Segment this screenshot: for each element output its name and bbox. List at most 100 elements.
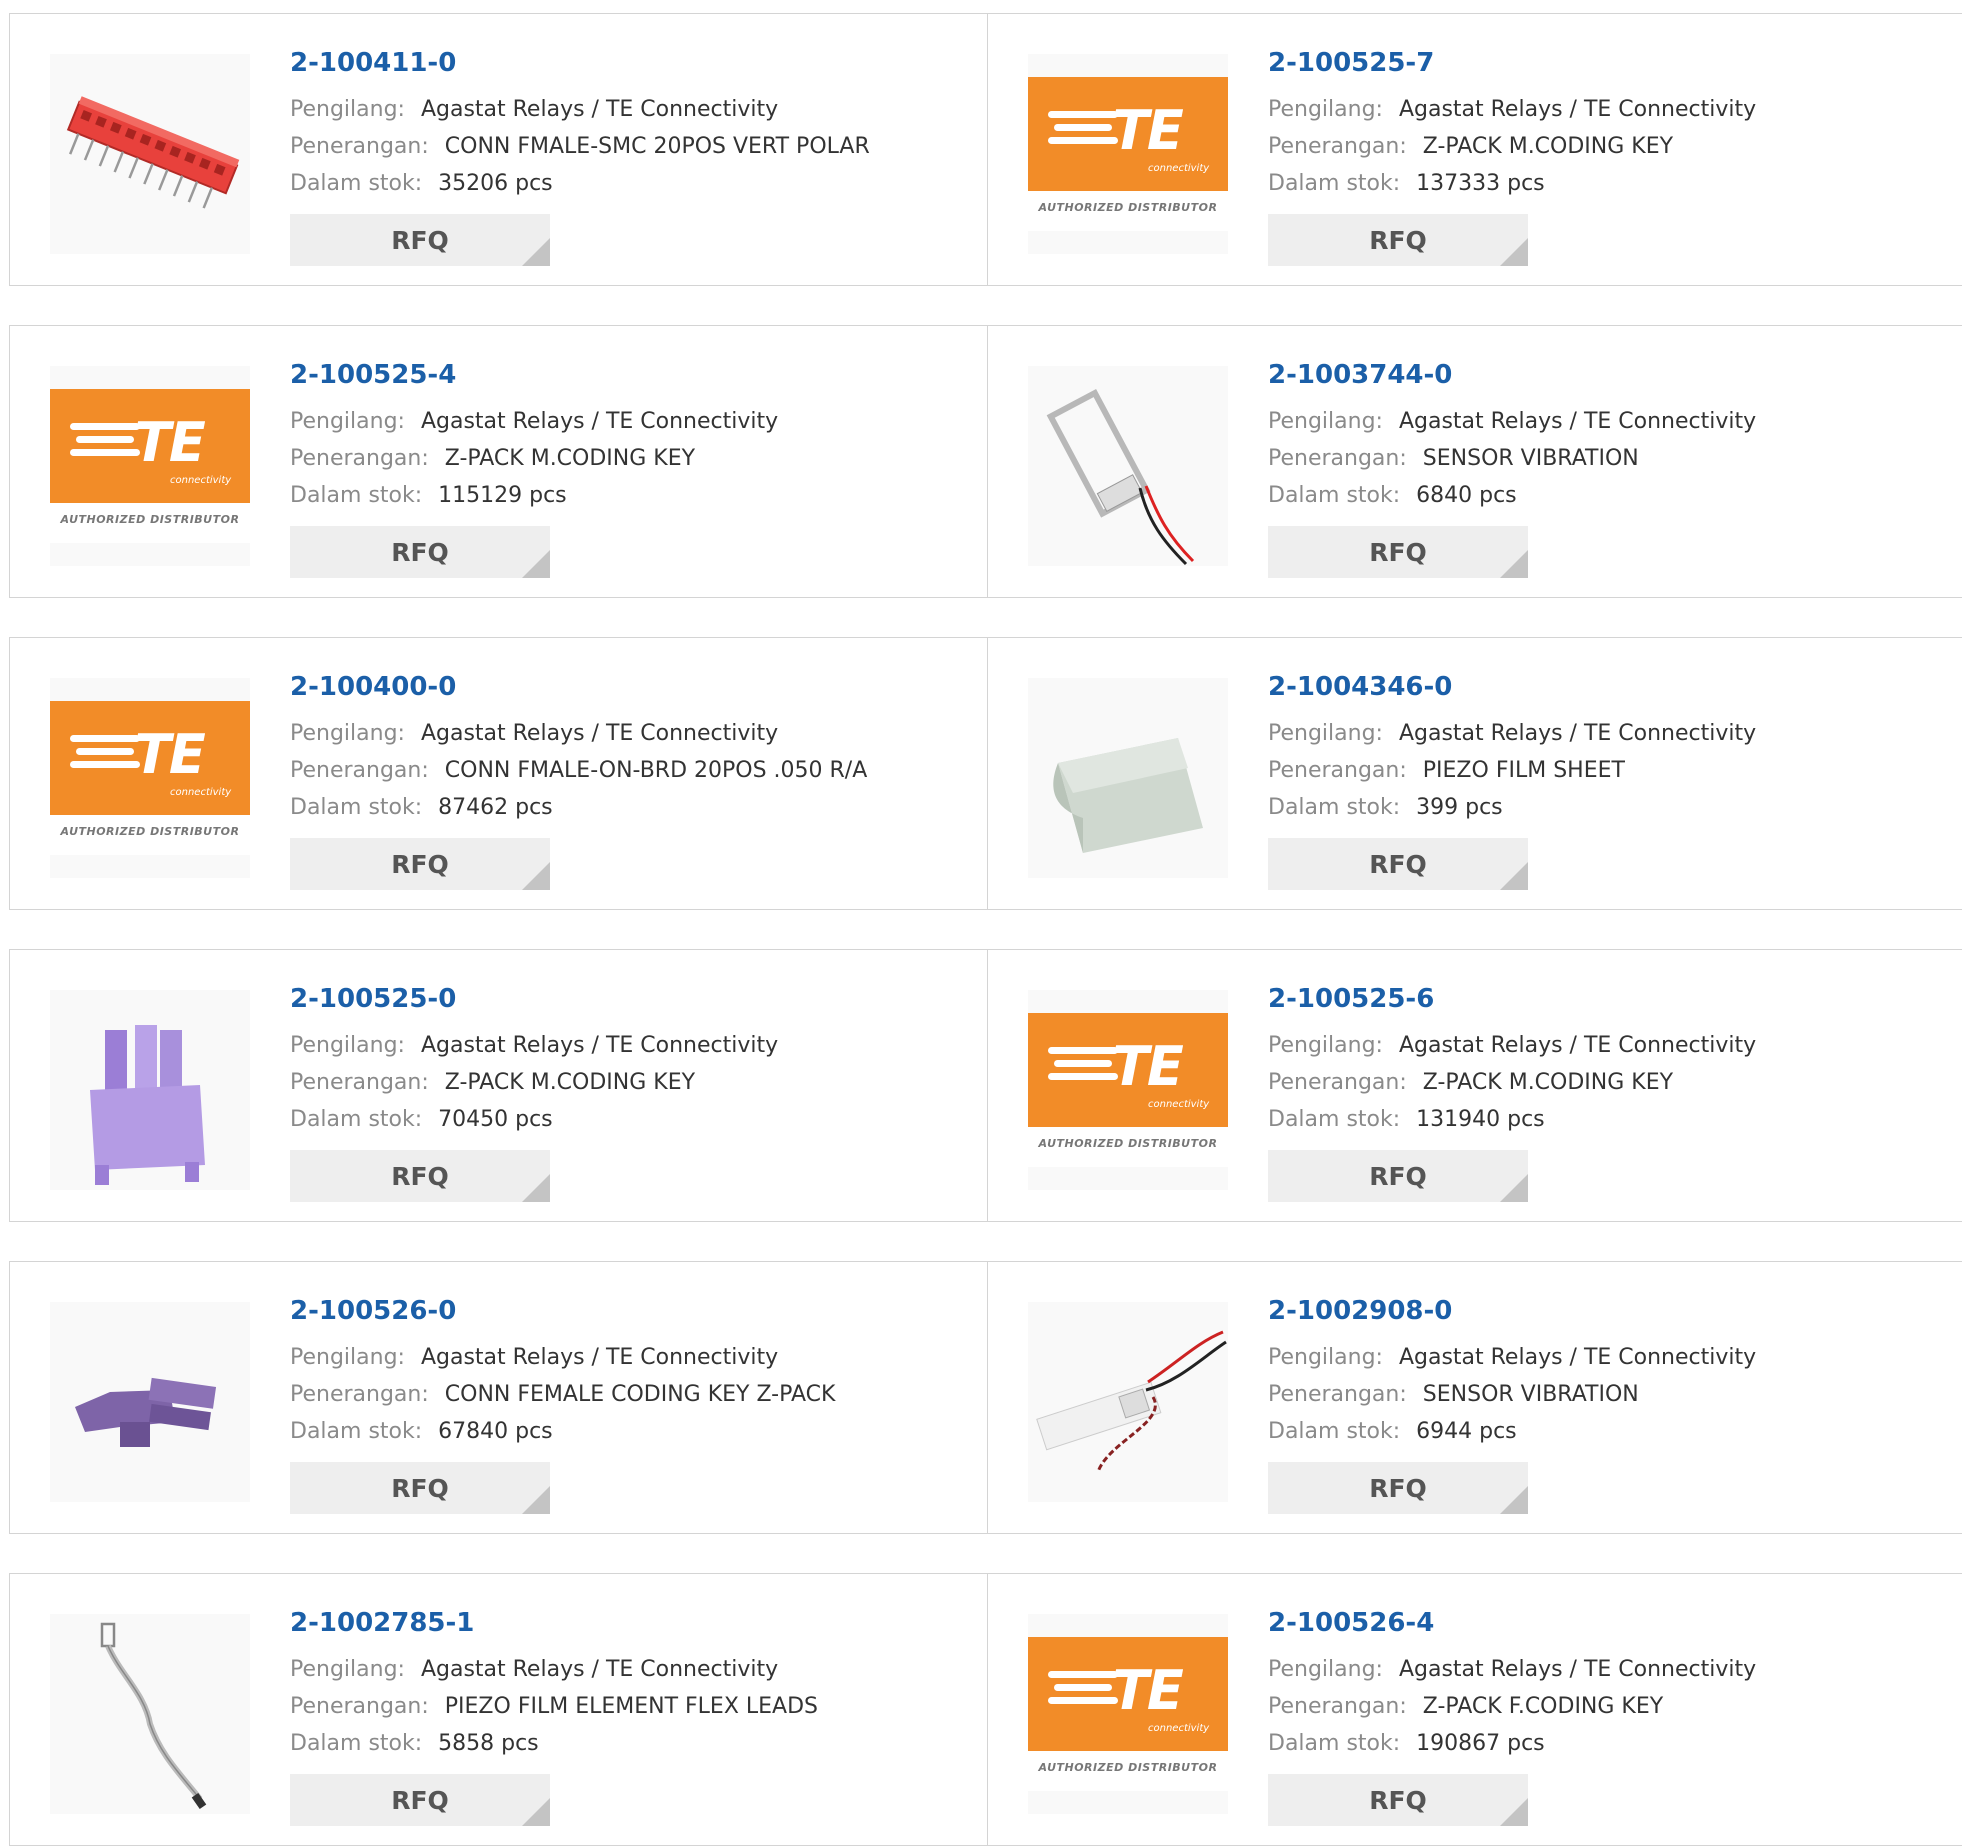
description-label: Penerangan: [290, 1070, 429, 1095]
part-number-link[interactable]: 2-100525-6 [1268, 983, 1756, 1015]
manufacturer-label: Pengilang: [290, 1033, 405, 1058]
manufacturer-label: Pengilang: [290, 1345, 405, 1370]
manufacturer-value: Agastat Relays / TE Connectivity [1398, 1345, 1757, 1370]
stock-value: 6840 pcs [1416, 483, 1517, 508]
rfq-button[interactable]: RFQ [1268, 838, 1528, 890]
product-card: TE connectivity AUTHORIZED DISTRIBUTOR 2… [988, 1573, 1962, 1846]
rfq-button[interactable]: RFQ [290, 526, 550, 578]
part-number-link[interactable]: 2-100525-0 [290, 983, 778, 1015]
product-image[interactable]: TE connectivity AUTHORIZED DISTRIBUTOR [1028, 1614, 1228, 1814]
rfq-label: RFQ [391, 849, 449, 879]
part-number-link[interactable]: 2-100525-7 [1268, 47, 1756, 79]
product-image[interactable]: TE connectivity AUTHORIZED DISTRIBUTOR [50, 678, 250, 878]
manufacturer-row: Pengilang: Agastat Relays / TE Connectivi… [1268, 1339, 1756, 1376]
product-info: 2-100526-0 Pengilang: Agastat Relays / TE… [290, 1295, 835, 1450]
rfq-button[interactable]: RFQ [290, 1774, 550, 1826]
product-info: 2-100525-4 Pengilang: Agastat Relays / TE… [290, 359, 778, 514]
description-row: Penerangan: Z-PACK M.CODING KEY [1268, 1064, 1756, 1101]
stock-label: Dalam stok: [290, 171, 423, 196]
rfq-label: RFQ [1369, 849, 1427, 879]
part-number-link[interactable]: 2-100411-0 [290, 47, 870, 79]
product-image[interactable]: TE connectivity AUTHORIZED DISTRIBUTOR [1028, 990, 1228, 1190]
rfq-button[interactable]: RFQ [1268, 1462, 1528, 1514]
manufacturer-value: Agastat Relays / TE Connectivity [420, 1345, 779, 1370]
manufacturer-label: Pengilang: [1268, 721, 1383, 746]
rfq-label: RFQ [391, 1161, 449, 1191]
product-image[interactable]: TE connectivity AUTHORIZED DISTRIBUTOR [1028, 54, 1228, 254]
description-label: Penerangan: [290, 758, 429, 783]
part-number-link[interactable]: 2-100526-0 [290, 1295, 835, 1327]
stock-value: 70450 pcs [438, 1107, 553, 1132]
rfq-button[interactable]: RFQ [1268, 526, 1528, 578]
product-image[interactable] [50, 54, 250, 254]
part-number-link[interactable]: 2-100525-4 [290, 359, 778, 391]
rfq-label: RFQ [1369, 1161, 1427, 1191]
manufacturer-value: Agastat Relays / TE Connectivity [1398, 721, 1757, 746]
product-image[interactable]: TE connectivity AUTHORIZED DISTRIBUTOR [50, 366, 250, 566]
product-card: TE connectivity AUTHORIZED DISTRIBUTOR 2… [988, 949, 1962, 1222]
stock-label: Dalam stok: [1268, 1107, 1401, 1132]
product-info: 2-1002785-1 Pengilang: Agastat Relays / T… [290, 1607, 818, 1762]
product-image[interactable] [50, 990, 250, 1190]
product-info: 2-100525-0 Pengilang: Agastat Relays / TE… [290, 983, 778, 1138]
corner-triangle-icon [522, 1174, 550, 1202]
stock-row: Dalam stok: 6840 pcs [1268, 477, 1756, 514]
rfq-button[interactable]: RFQ [290, 1462, 550, 1514]
product-card: TE connectivity AUTHORIZED DISTRIBUTOR 2… [988, 13, 1962, 286]
rfq-button[interactable]: RFQ [1268, 1150, 1528, 1202]
corner-triangle-icon [522, 550, 550, 578]
part-number-link[interactable]: 2-100400-0 [290, 671, 867, 703]
stock-label: Dalam stok: [1268, 483, 1401, 508]
description-value: Z-PACK M.CODING KEY [444, 446, 696, 471]
manufacturer-value: Agastat Relays / TE Connectivity [420, 409, 779, 434]
stock-row: Dalam stok: 6944 pcs [1268, 1413, 1756, 1450]
stock-label: Dalam stok: [1268, 1419, 1401, 1444]
stock-value: 137333 pcs [1416, 171, 1545, 196]
corner-triangle-icon [522, 1798, 550, 1826]
product-image[interactable] [50, 1614, 250, 1814]
product-image[interactable] [50, 1302, 250, 1502]
product-image[interactable] [1028, 366, 1228, 566]
stock-value: 67840 pcs [438, 1419, 553, 1444]
rfq-label: RFQ [391, 225, 449, 255]
description-value: SENSOR VIBRATION [1422, 446, 1639, 471]
stock-row: Dalam stok: 190867 pcs [1268, 1725, 1756, 1762]
corner-triangle-icon [1500, 1486, 1528, 1514]
rfq-button[interactable]: RFQ [290, 214, 550, 266]
product-card: 2-100526-0 Pengilang: Agastat Relays / TE… [9, 1261, 988, 1534]
manufacturer-label: Pengilang: [290, 721, 405, 746]
manufacturer-label: Pengilang: [290, 1657, 405, 1682]
rfq-button[interactable]: RFQ [1268, 214, 1528, 266]
product-image[interactable] [1028, 678, 1228, 878]
te-connectivity-logo: TE connectivity AUTHORIZED DISTRIBUTOR [1028, 1013, 1228, 1167]
part-number-link[interactable]: 2-1002908-0 [1268, 1295, 1756, 1327]
product-card: 2-1002908-0 Pengilang: Agastat Relays / T… [988, 1261, 1962, 1534]
manufacturer-row: Pengilang: Agastat Relays / TE Connectivi… [290, 91, 870, 128]
rfq-label: RFQ [1369, 225, 1427, 255]
part-number-link[interactable]: 2-1002785-1 [290, 1607, 818, 1639]
rfq-button[interactable]: RFQ [1268, 1774, 1528, 1826]
corner-triangle-icon [1500, 1798, 1528, 1826]
manufacturer-value: Agastat Relays / TE Connectivity [420, 97, 779, 122]
stock-row: Dalam stok: 137333 pcs [1268, 165, 1756, 202]
product-image[interactable] [1028, 1302, 1228, 1502]
manufacturer-row: Pengilang: Agastat Relays / TE Connectivi… [1268, 1027, 1756, 1064]
product-card: 2-1003744-0 Pengilang: Agastat Relays / T… [988, 325, 1962, 598]
stock-row: Dalam stok: 87462 pcs [290, 789, 867, 826]
part-number-link[interactable]: 2-1003744-0 [1268, 359, 1756, 391]
rfq-button[interactable]: RFQ [290, 1150, 550, 1202]
manufacturer-label: Pengilang: [290, 97, 405, 122]
stock-row: Dalam stok: 5858 pcs [290, 1725, 818, 1762]
description-value: Z-PACK M.CODING KEY [1422, 1070, 1674, 1095]
description-label: Penerangan: [290, 446, 429, 471]
manufacturer-label: Pengilang: [1268, 1657, 1383, 1682]
part-number-link[interactable]: 2-1004346-0 [1268, 671, 1756, 703]
manufacturer-value: Agastat Relays / TE Connectivity [1398, 1657, 1757, 1682]
manufacturer-row: Pengilang: Agastat Relays / TE Connectivi… [1268, 403, 1756, 440]
product-info: 2-1003744-0 Pengilang: Agastat Relays / T… [1268, 359, 1756, 514]
product-card: TE connectivity AUTHORIZED DISTRIBUTOR 2… [9, 637, 988, 910]
stock-value: 131940 pcs [1416, 1107, 1545, 1132]
product-card: 2-1004346-0 Pengilang: Agastat Relays / T… [988, 637, 1962, 910]
part-number-link[interactable]: 2-100526-4 [1268, 1607, 1756, 1639]
rfq-button[interactable]: RFQ [290, 838, 550, 890]
